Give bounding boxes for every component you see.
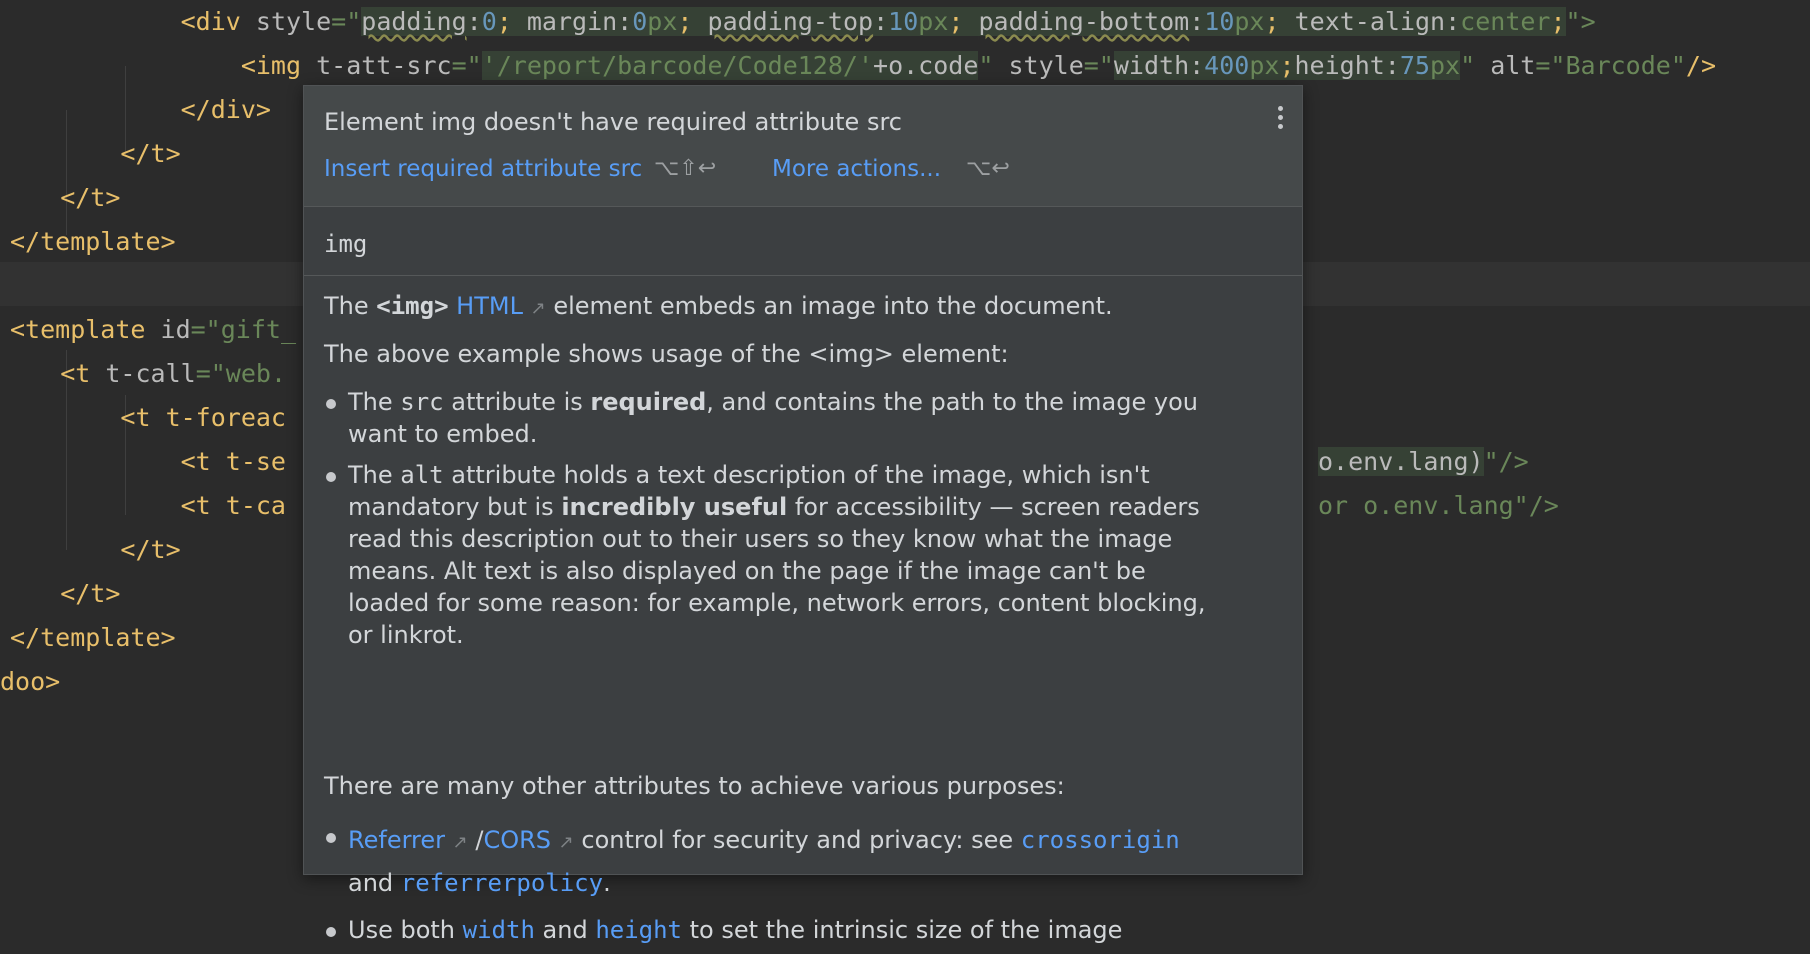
code-line-2: <img t-att-src="'/report/barcode/Code128… [240,51,1716,80]
html-link[interactable]: HTML [456,292,523,320]
code-line-11-tail: o.env.lang)"/> [1318,447,1529,476]
code-line-13: </t> [0,535,181,564]
code-line-8: <template id="gift_ [10,315,296,344]
height-link[interactable]: height [595,916,682,944]
inspection-header: Element img doesn't have required attrib… [304,86,1302,206]
code-line-11: <t t-se [0,447,286,476]
insert-shortcut-hint: ⌥⇧↩ [654,156,717,181]
code-line-9: <t t-call="web. [60,359,287,388]
external-link-icon: ↗ [530,298,546,319]
code-line-15: </template> [10,623,176,652]
code-line-10: <t t-foreac [0,403,286,432]
list-item: The src attribute is required, and conta… [324,386,1224,456]
list-item: Use both width and height to set the int… [324,914,1224,954]
external-link-icon: ↗ [452,832,468,853]
more-actions-shortcut-hint: ⌥↩ [966,156,1010,181]
crossorigin-link[interactable]: crossorigin [1021,826,1180,854]
divider [304,275,1302,276]
divider [304,206,1302,207]
list-item: The alt attribute holds a text descripti… [324,459,1224,659]
width-link[interactable]: width [463,916,535,944]
referrerpolicy-link[interactable]: referrerpolicy [401,869,603,897]
code-line-16: doo> [0,667,61,696]
more-options-icon[interactable] [1272,106,1288,136]
code-line-6: </template> [10,227,176,256]
external-link-icon: ↗ [558,832,574,853]
referrer-link[interactable]: Referrer [348,826,445,854]
inspection-documentation-popup[interactable]: Element img doesn't have required attrib… [303,85,1303,944]
code-line-14: </t> [0,579,121,608]
doc-example-note: The above example shows usage of the <im… [324,340,1009,368]
bullet-icon [326,472,336,482]
more-actions-link[interactable]: More actions... [772,156,941,182]
doc-element-name: img [324,230,368,258]
bullet-icon [326,927,336,937]
cors-link[interactable]: CORS [483,826,551,854]
code-line-12: <t t-ca [0,491,286,520]
doc-intro: The <img> HTML ↗ element embeds an image… [324,292,1113,320]
bullet-icon [326,833,336,843]
code-line-3: </div> [0,95,271,124]
code-line-5: </t> [0,183,121,212]
insert-required-attribute-action[interactable]: Insert required attribute src [324,156,642,182]
code-line-12-tail: or o.env.lang"/> [1318,491,1559,520]
doc-attributes-intro: There are many other attributes to achie… [324,772,1065,800]
code-line-4: </t> [0,139,181,168]
code-line-1: <div style="padding:0; margin:0px; paddi… [180,7,1596,36]
list-item: Referrer ↗ /CORS ↗ control for security … [324,820,1224,904]
inspection-message: Element img doesn't have required attrib… [324,108,902,136]
bullet-icon [326,399,336,409]
